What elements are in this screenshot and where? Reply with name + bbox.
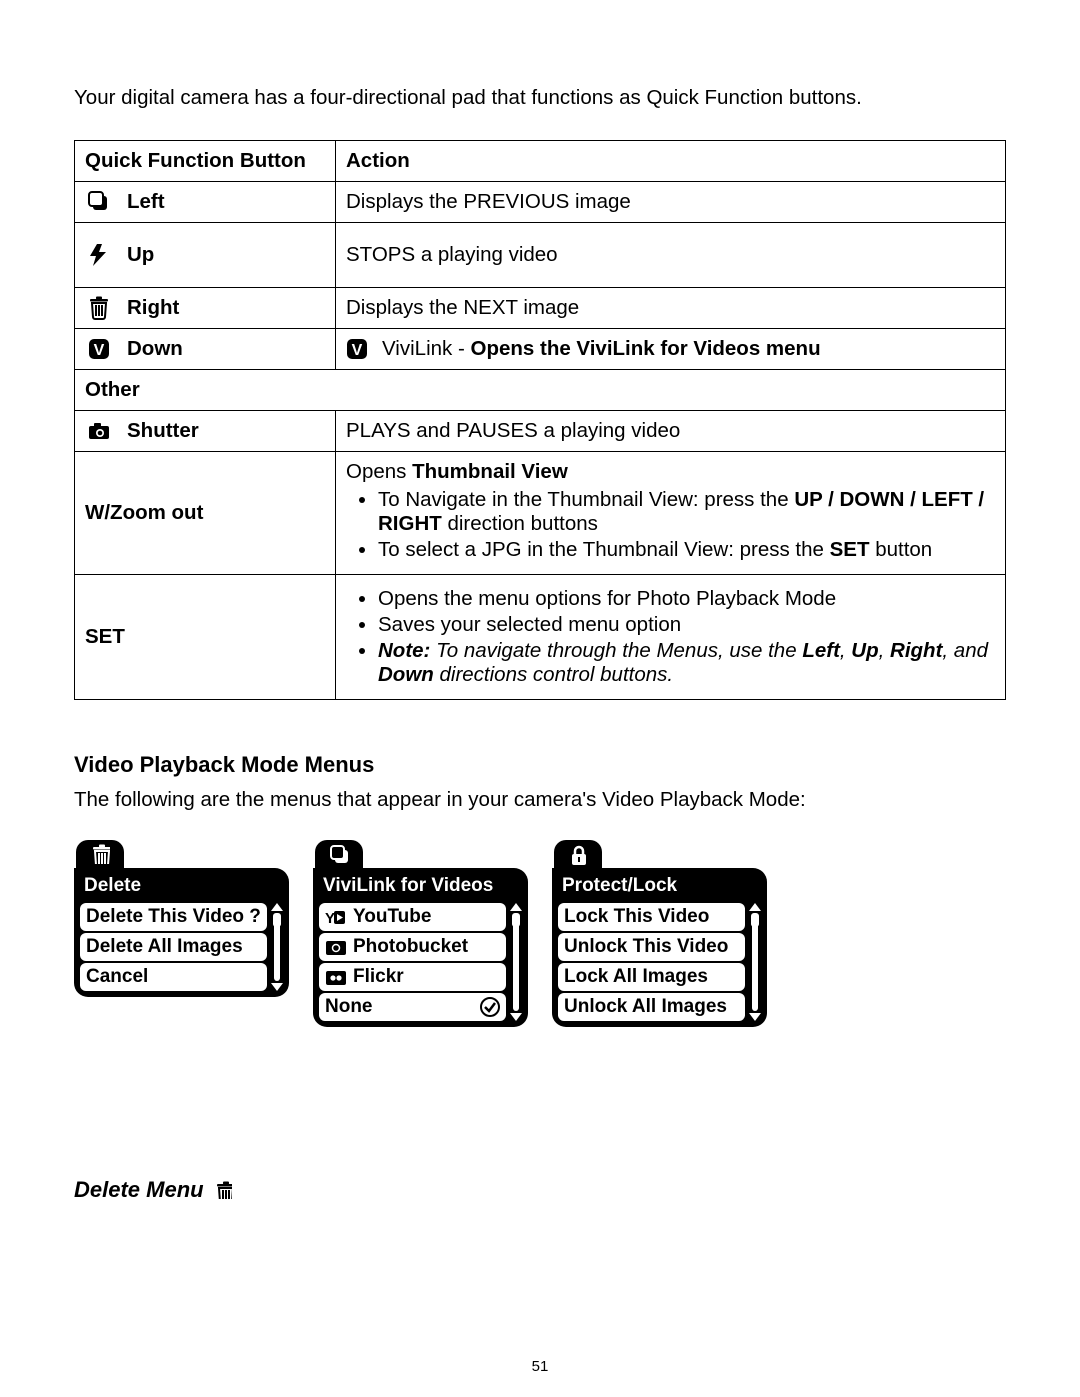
menu-protect: Protect/Lock Lock This Video Unlock This… [552, 840, 767, 1027]
c1: , [840, 639, 851, 662]
video-playback-sub: The following are the menus that appear … [74, 788, 1006, 812]
delete-menu-label: Delete Menu [74, 1177, 204, 1203]
flash-icon [85, 243, 113, 267]
wzoom-b1-prefix: To Navigate in the Thumbnail View: press… [378, 488, 794, 511]
menu-item-none[interactable]: None [319, 993, 506, 1021]
set-bold4: Down [378, 663, 434, 686]
action-shutter: PLAYS and PAUSES a playing video [336, 411, 1006, 452]
wzoom-b2-bold: SET [830, 538, 870, 561]
menu-item-flickr[interactable]: Flickr [319, 963, 506, 991]
action-down-prefix: ViviLink - [382, 337, 471, 360]
set-b1: Opens the menu options for Photo Playbac… [378, 587, 995, 611]
table-row: SET Opens the menu options for Photo Pla… [75, 575, 1006, 700]
menu-protect-title: Protect/Lock [558, 874, 761, 903]
action-right: Displays the NEXT image [336, 288, 1006, 329]
menu-item-unlock-this[interactable]: Unlock This Video [558, 933, 745, 961]
btn-down-label: Down [127, 337, 183, 361]
video-playback-heading: Video Playback Mode Menus [74, 752, 1006, 778]
trash-icon [85, 296, 113, 320]
intro-text: Your digital camera has a four-direction… [74, 86, 1006, 110]
c2: , [879, 639, 890, 662]
btn-right-label: Right [127, 296, 179, 320]
youtube-label: YouTube [353, 906, 431, 928]
set-bold2: Up [851, 639, 878, 662]
btn-left-label: Left [127, 190, 165, 214]
menus-row: Delete Delete This Video ? Delete All Im… [74, 840, 1006, 1027]
menu-item-delete-all[interactable]: Delete All Images [80, 933, 267, 961]
wzoom-b2-suffix: button [870, 538, 933, 561]
wzoom-line1-bold: Thumbnail View [412, 460, 568, 483]
menu-item-photobucket[interactable]: Photobucket [319, 933, 506, 961]
scrollbar[interactable] [749, 903, 761, 1021]
table-row: Down ViviLink - Opens the ViviLink for V… [75, 329, 1006, 370]
set-t1: To navigate through the Menus, use the [430, 639, 802, 662]
menu-vivilink: ViviLink for Videos YouTube Photobucket [313, 840, 528, 1027]
delete-tab-icon [76, 840, 124, 868]
c3: , and [942, 639, 988, 662]
other-header: Other [75, 370, 1006, 411]
menu-delete-title: Delete [80, 874, 283, 903]
photobucket-icon [325, 938, 347, 956]
camera-icon [85, 419, 113, 443]
none-label: None [325, 996, 373, 1018]
table-row: Shutter PLAYS and PAUSES a playing video [75, 411, 1006, 452]
youtube-icon [325, 908, 347, 926]
menu-item-unlock-all[interactable]: Unlock All Images [558, 993, 745, 1021]
table-row: Other [75, 370, 1006, 411]
scrollbar[interactable] [271, 903, 283, 991]
menu-item-youtube[interactable]: YouTube [319, 903, 506, 931]
previous-icon [85, 190, 113, 214]
table-row: W/Zoom out Opens Thumbnail View To Navig… [75, 452, 1006, 575]
table-row: Left Displays the PREVIOUS image [75, 182, 1006, 223]
flickr-label: Flickr [353, 966, 404, 988]
th-action: Action [336, 141, 1006, 182]
btn-set-label: SET [75, 575, 336, 700]
menu-item-lock-all[interactable]: Lock All Images [558, 963, 745, 991]
set-bold3: Right [890, 639, 942, 662]
wzoom-line1-prefix: Opens [346, 460, 412, 483]
th-button: Quick Function Button [75, 141, 336, 182]
table-row: Up STOPS a playing video [75, 223, 1006, 288]
btn-shutter-label: Shutter [127, 419, 199, 443]
wzoom-b1-suffix: direction buttons [442, 512, 598, 535]
photobucket-label: Photobucket [353, 936, 468, 958]
check-icon [480, 997, 500, 1017]
menu-item-cancel[interactable]: Cancel [80, 963, 267, 991]
scrollbar[interactable] [510, 903, 522, 1021]
menu-vivilink-title: ViviLink for Videos [319, 874, 522, 903]
quick-function-table: Quick Function Button Action Left Displa… [74, 140, 1006, 700]
action-up: STOPS a playing video [336, 223, 1006, 288]
set-t2: directions control buttons. [434, 663, 673, 686]
wzoom-b2-prefix: To select a JPG in the Thumbnail View: p… [378, 538, 830, 561]
btn-up-label: Up [127, 243, 154, 267]
action-left: Displays the PREVIOUS image [336, 182, 1006, 223]
set-b2: Saves your selected menu option [378, 613, 995, 637]
set-note: Note: [378, 639, 430, 662]
btn-wzoom-label: W/Zoom out [75, 452, 336, 575]
action-down-bold: Opens the ViviLink for Videos menu [471, 337, 821, 360]
menu-delete: Delete Delete This Video ? Delete All Im… [74, 840, 289, 997]
menu-item-lock-this[interactable]: Lock This Video [558, 903, 745, 931]
lock-tab-icon [554, 840, 602, 868]
v-badge-icon [85, 338, 113, 360]
trash-icon [214, 1181, 232, 1199]
v-badge-icon [346, 338, 368, 360]
delete-menu-heading: Delete Menu [74, 1177, 1006, 1203]
vivilink-tab-icon [315, 840, 363, 868]
flickr-icon [325, 968, 347, 986]
set-bold1: Left [802, 639, 840, 662]
menu-item-delete-this[interactable]: Delete This Video ? [80, 903, 267, 931]
manual-page: Your digital camera has a four-direction… [0, 0, 1080, 1397]
table-row: Right Displays the NEXT image [75, 288, 1006, 329]
page-number: 51 [0, 1358, 1080, 1375]
